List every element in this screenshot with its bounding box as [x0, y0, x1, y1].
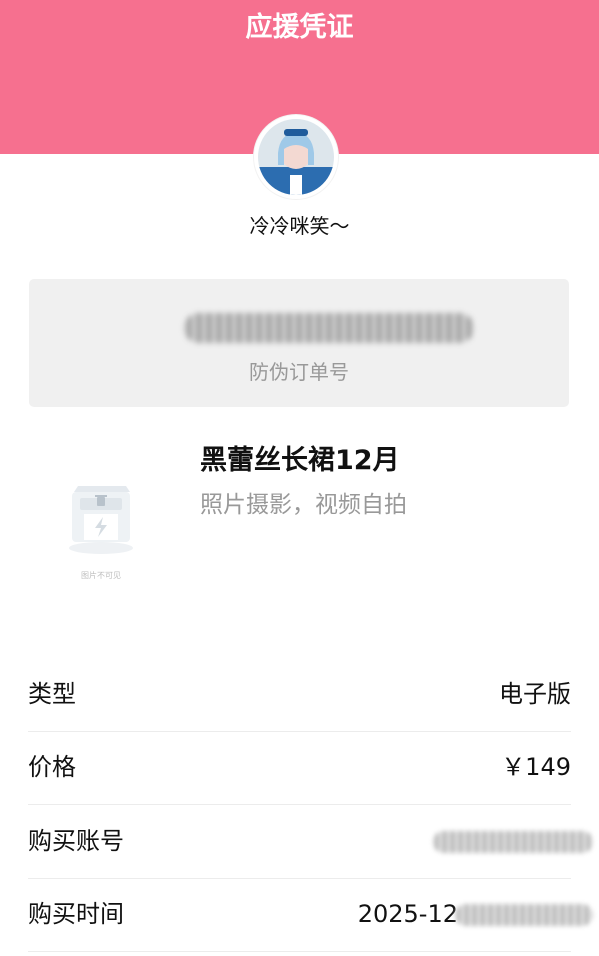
product-title: 黑蕾丝长裙12月: [200, 445, 400, 476]
order-number-card: 防伪订单号: [29, 279, 569, 407]
price-value: ￥149: [501, 753, 571, 781]
image-caption: 图片不可见: [81, 571, 121, 580]
avatar-image: [258, 119, 334, 195]
order-number-redacted: [184, 313, 474, 343]
detail-row-account: 购买账号: [28, 805, 593, 879]
time-value: 2025-12: [357, 900, 458, 928]
price-label: 价格: [28, 753, 76, 781]
page-title: 应援凭证: [245, 12, 354, 43]
order-number-label: 防伪订单号: [249, 360, 349, 384]
detail-row-price: 价格 ￥149: [28, 731, 571, 805]
detail-row-type: 类型 电子版: [28, 658, 571, 732]
product-subtitle: 照片摄影，视频自拍: [200, 492, 407, 518]
product-image[interactable]: 图片不可见: [60, 470, 142, 590]
account-redacted: [433, 831, 593, 853]
avatar[interactable]: [254, 115, 338, 199]
account-label: 购买账号: [28, 827, 124, 855]
time-label: 购买时间: [28, 900, 124, 928]
detail-row-time: 购买时间 2025-12: [28, 878, 593, 952]
type-label: 类型: [28, 680, 76, 708]
image-unavailable-icon: [69, 486, 133, 554]
time-redacted: [455, 904, 593, 926]
type-value: 电子版: [499, 680, 571, 708]
username: 冷冷咪笑～: [249, 214, 350, 238]
